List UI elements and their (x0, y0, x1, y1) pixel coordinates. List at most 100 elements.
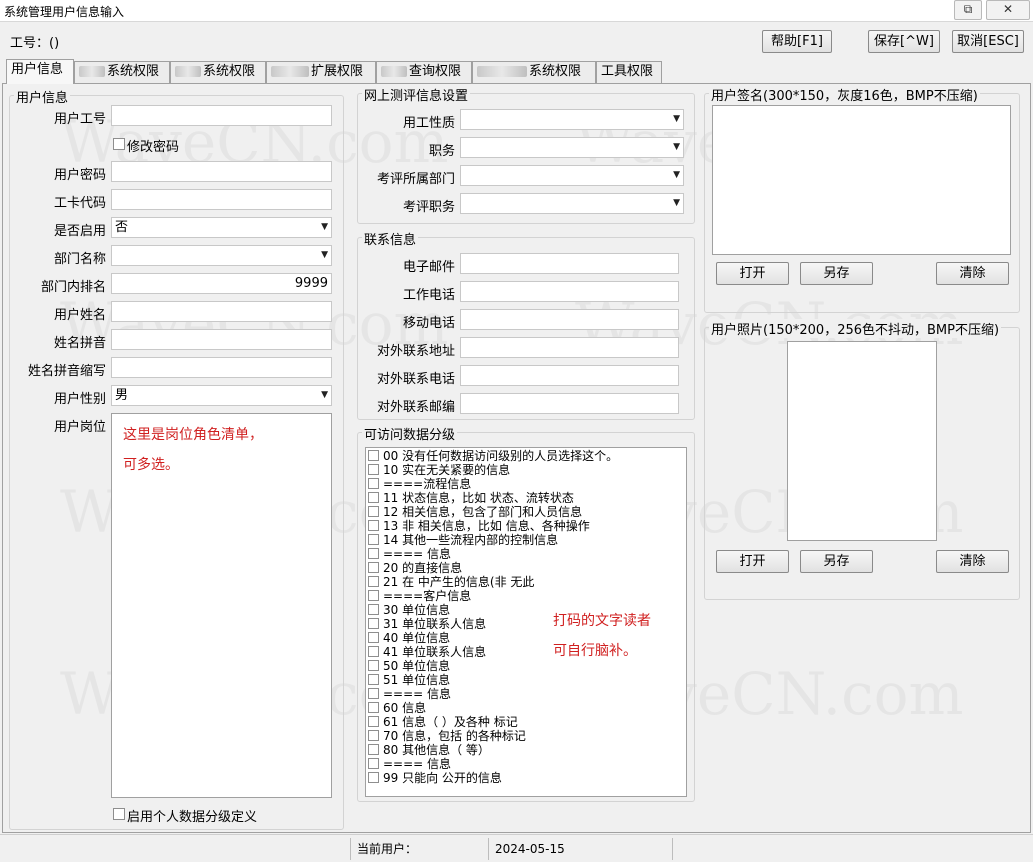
list-item[interactable]: 99 只能向 公开的信息 (368, 772, 502, 786)
photo-image[interactable] (787, 341, 937, 541)
photo-clear-button[interactable]: 清除 (936, 550, 1009, 573)
close-icon[interactable]: ✕ (986, 0, 1030, 20)
list-item-checkbox[interactable] (368, 730, 379, 741)
list-item[interactable]: 80 其他信息（ 等） (368, 744, 490, 758)
tab-system-permission-2[interactable]: 系统权限 (170, 61, 266, 83)
list-item-checkbox[interactable] (368, 590, 379, 601)
group-title: 用户签名(300*150，灰度16色，BMP不压缩) (709, 85, 980, 104)
list-item-checkbox[interactable] (368, 716, 379, 727)
eval-dept-select[interactable]: ▼ (460, 165, 684, 186)
list-item[interactable]: 12 相关信息，包含了部门和人员信息 (368, 506, 582, 520)
list-item-checkbox[interactable] (368, 618, 379, 629)
list-item[interactable]: ====流程信息 (368, 478, 471, 492)
tab-system-permission-1[interactable]: 系统权限 (74, 61, 170, 83)
status-date: 2024-05-15 (488, 838, 675, 860)
list-item-checkbox[interactable] (368, 548, 379, 559)
list-item-checkbox[interactable] (368, 744, 379, 755)
personal-grade-checkbox[interactable] (113, 808, 125, 820)
external-phone-input[interactable] (460, 365, 679, 386)
list-item-checkbox[interactable] (368, 674, 379, 685)
tab-extended-permission[interactable]: 扩展权限 (266, 61, 376, 83)
address-input[interactable] (460, 337, 679, 358)
list-item[interactable]: 31 单位联系人信息 (368, 618, 486, 632)
list-item[interactable]: 60 信息 (368, 702, 426, 716)
department-select[interactable]: ▼ (111, 245, 332, 266)
signature-clear-button[interactable]: 清除 (936, 262, 1009, 285)
list-item-checkbox[interactable] (368, 562, 379, 573)
list-item[interactable]: 10 实在无关紧要的信息 (368, 464, 510, 478)
list-item[interactable]: 11 状态信息，比如 状态、流转状态 (368, 492, 574, 506)
list-item[interactable]: 61 信息（ ）及各种 标记 (368, 716, 518, 730)
list-item[interactable]: 70 信息，包括 的各种标记 (368, 730, 526, 744)
list-item-checkbox[interactable] (368, 506, 379, 517)
password-input[interactable] (111, 161, 332, 182)
list-item-checkbox[interactable] (368, 534, 379, 545)
tab-system-permission-3[interactable]: 系统权限 (472, 61, 596, 83)
list-item-checkbox[interactable] (368, 646, 379, 657)
email-input[interactable] (460, 253, 679, 274)
cancel-button[interactable]: 取消[ESC] (952, 30, 1024, 53)
mobile-input[interactable] (460, 309, 679, 330)
list-item[interactable]: 21 在 中产生的信息(非 无此 (368, 576, 534, 590)
list-item[interactable]: 51 单位信息 (368, 674, 450, 688)
list-item[interactable]: ====客户信息 (368, 590, 471, 604)
user-name-input[interactable] (111, 301, 332, 322)
enabled-select[interactable]: 否 ▼ (111, 217, 332, 238)
gender-select[interactable]: 男 ▼ (111, 385, 332, 406)
postcode-input[interactable] (460, 393, 679, 414)
user-id-input[interactable] (111, 105, 332, 126)
pinyin-input[interactable] (111, 329, 332, 350)
photo-save-as-button[interactable]: 另存 (800, 550, 873, 573)
list-item-checkbox[interactable] (368, 450, 379, 461)
list-item[interactable]: 20 的直接信息 (368, 562, 462, 576)
list-item-checkbox[interactable] (368, 604, 379, 615)
list-item-text: 60 信息 (383, 701, 427, 715)
list-item-checkbox[interactable] (368, 478, 379, 489)
list-item[interactable]: 14 其他一些流程内部的控制信息 (368, 534, 558, 548)
list-item-checkbox[interactable] (368, 702, 379, 713)
tab-tool-permission[interactable]: 工具权限 (596, 61, 662, 83)
employee-number-label: 工号：() (10, 36, 60, 51)
list-item[interactable]: 40 单位信息 (368, 632, 450, 646)
data-grade-list[interactable]: 00 没有任何数据访问级别的人员选择这个。 10 实在无关紧要的信息 ====流… (365, 447, 687, 797)
dept-rank-input[interactable]: 9999 (111, 273, 332, 294)
list-item-checkbox[interactable] (368, 492, 379, 503)
photo-open-button[interactable]: 打开 (716, 550, 789, 573)
change-password-checkbox[interactable] (113, 138, 125, 150)
list-item[interactable]: 41 单位联系人信息 (368, 646, 486, 660)
signature-image[interactable] (712, 105, 1011, 255)
tab-user-info[interactable]: 用户信息 (6, 59, 74, 84)
tab-query-permission[interactable]: 查询权限 (376, 61, 472, 83)
employment-type-select[interactable]: ▼ (460, 109, 684, 130)
group-title: 用户信息 (14, 87, 71, 106)
duty-select[interactable]: ▼ (460, 137, 684, 158)
list-item-checkbox[interactable] (368, 772, 379, 783)
eval-duty-select[interactable]: ▼ (460, 193, 684, 214)
list-item-checkbox[interactable] (368, 660, 379, 671)
post-role-list[interactable]: 这里是岗位角色清单， 可多选。 (111, 413, 332, 798)
save-button[interactable]: 保存[^W] (868, 30, 940, 53)
work-phone-input[interactable] (460, 281, 679, 302)
signature-save-as-button[interactable]: 另存 (800, 262, 873, 285)
list-item-checkbox[interactable] (368, 520, 379, 531)
list-item-checkbox[interactable] (368, 758, 379, 769)
signature-open-button[interactable]: 打开 (716, 262, 789, 285)
list-item[interactable]: ==== 信息 (368, 758, 451, 772)
list-item[interactable]: ==== 信息 (368, 548, 451, 562)
card-code-input[interactable] (111, 189, 332, 210)
dropdown-arrow-icon: ▼ (321, 390, 328, 400)
help-button[interactable]: 帮助[F1] (762, 30, 832, 53)
list-item[interactable]: 13 非 相关信息，比如 信息、各种操作 (368, 520, 590, 534)
list-item-checkbox[interactable] (368, 688, 379, 699)
list-item[interactable]: 00 没有任何数据访问级别的人员选择这个。 (368, 450, 618, 464)
restore-icon[interactable]: ⧉ (954, 0, 982, 20)
list-item-checkbox[interactable] (368, 632, 379, 643)
list-item-checkbox[interactable] (368, 464, 379, 475)
list-item[interactable]: ==== 信息 (368, 688, 451, 702)
pinyin-abbr-input[interactable] (111, 357, 332, 378)
list-item[interactable]: 50 单位信息 (368, 660, 450, 674)
list-item-checkbox[interactable] (368, 576, 379, 587)
list-item-text: 30 单位信息 (383, 603, 451, 617)
dropdown-arrow-icon: ▼ (673, 114, 680, 124)
list-item[interactable]: 30 单位信息 (368, 604, 450, 618)
